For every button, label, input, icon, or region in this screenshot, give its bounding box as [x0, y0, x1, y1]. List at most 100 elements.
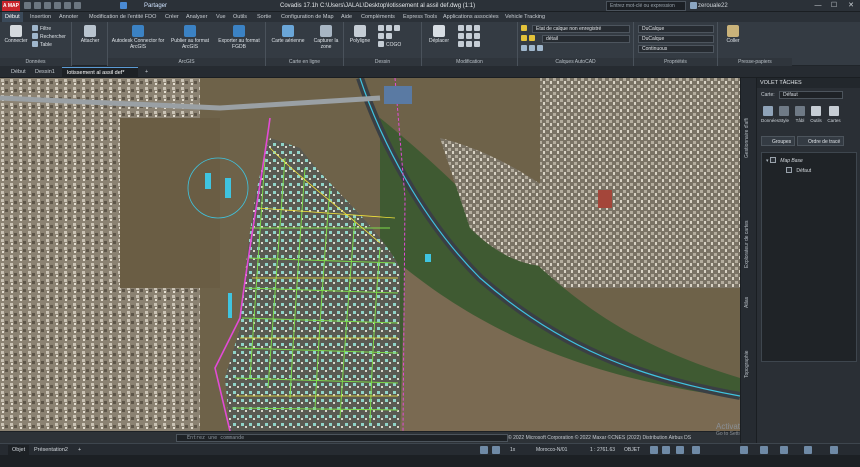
- tab-complements[interactable]: Compléments: [358, 12, 398, 22]
- layer-tools[interactable]: [521, 45, 545, 53]
- group-label-modify[interactable]: Modification: [422, 58, 517, 66]
- tools-tool[interactable]: Outils: [809, 106, 823, 123]
- connect-button[interactable]: Connecter: [2, 25, 30, 44]
- current-layer-dropdown[interactable]: détail: [542, 35, 630, 43]
- lock-icon[interactable]: [662, 446, 670, 454]
- draw-order-button[interactable]: Ordre de tracé: [797, 136, 845, 146]
- layer-state-dropdown[interactable]: Etat de calque non enregistré: [532, 25, 630, 33]
- tab-vue[interactable]: Vue: [213, 12, 229, 22]
- units-icon[interactable]: [760, 446, 768, 454]
- coordinate-system[interactable]: Morocco-N/01: [536, 446, 567, 454]
- layer-toggles[interactable]: [521, 35, 537, 43]
- command-input[interactable]: Entrez une commande: [176, 434, 508, 442]
- paste-button[interactable]: Coller: [720, 25, 746, 44]
- scale-value[interactable]: 1 : 2761.63: [590, 446, 615, 454]
- minimize-button[interactable]: —: [810, 0, 826, 12]
- vtab-topographie[interactable]: Topographie: [744, 350, 750, 378]
- save-as-icon[interactable]: [44, 2, 51, 9]
- capture-zone-button[interactable]: Capturer la zone: [310, 25, 342, 50]
- close-button[interactable]: ✕: [843, 0, 859, 12]
- redo-icon[interactable]: [74, 2, 81, 9]
- group-label-donnees[interactable]: Données: [0, 58, 71, 66]
- undo-icon[interactable]: [64, 2, 71, 9]
- polyline-button[interactable]: Polyligne: [346, 25, 374, 44]
- move-button[interactable]: Déplacer: [424, 25, 454, 44]
- vtab-atlas[interactable]: Atlas: [744, 297, 750, 308]
- stretch-tool[interactable]: [458, 41, 482, 49]
- map-select[interactable]: Défaut: [779, 91, 843, 99]
- layout-tab-object[interactable]: Objet: [8, 445, 30, 455]
- share-button[interactable]: Partager: [140, 1, 171, 11]
- export-fgdb-button[interactable]: Exporter au format FGDB: [214, 25, 264, 50]
- tab-vehicle-tracking[interactable]: Vehicle Tracking: [502, 12, 548, 22]
- tree-item-default[interactable]: Défaut: [786, 167, 811, 175]
- cogo-button[interactable]: COGO: [378, 41, 401, 49]
- tab-creer[interactable]: Créer: [162, 12, 182, 22]
- group-label-properties[interactable]: Propriétés: [634, 58, 717, 66]
- tab-annoter[interactable]: Annoter: [56, 12, 81, 22]
- group-label-online-map[interactable]: Carte en ligne: [266, 58, 343, 66]
- tab-modification-fdo[interactable]: Modification de l'entité FDO: [86, 12, 159, 22]
- group-label-arcgis[interactable]: ArcGIS: [108, 58, 265, 66]
- snap-icon[interactable]: [492, 446, 500, 454]
- vtab-display-manager[interactable]: Gestionnaire d'affi: [744, 118, 750, 158]
- tab-insertion[interactable]: Insertion: [27, 12, 54, 22]
- tab-analyser[interactable]: Analyser: [183, 12, 210, 22]
- tab-config-map[interactable]: Configuration de Map: [278, 12, 337, 22]
- checkbox-icon[interactable]: [786, 167, 792, 173]
- mode-value[interactable]: OBJET: [624, 446, 640, 454]
- doc-tab-lotissement[interactable]: lotissement al assil def*: [62, 67, 138, 78]
- style-tool[interactable]: Style: [777, 106, 791, 123]
- workspace-gear-icon[interactable]: [692, 446, 700, 454]
- arcgis-connector-button[interactable]: Autodesk Connector for ArcGIS: [110, 25, 166, 50]
- table-tool[interactable]: Tâbl: [793, 106, 807, 123]
- group-label-clipboard[interactable]: Presse-papiers: [718, 58, 792, 66]
- filter-button[interactable]: Filtre: [32, 25, 51, 33]
- rotate-tool[interactable]: [458, 25, 482, 33]
- copy-tool[interactable]: [458, 33, 482, 41]
- save-icon[interactable]: [34, 2, 41, 9]
- group-label-draw[interactable]: Dessin: [344, 58, 421, 66]
- hardware-acceleration-icon[interactable]: [740, 446, 748, 454]
- group-label-layers[interactable]: Calques AutoCAD: [518, 58, 633, 66]
- attach-button[interactable]: Attacher: [74, 25, 106, 44]
- rect-tool[interactable]: [378, 33, 394, 41]
- color-dropdown[interactable]: DuCalque: [638, 25, 714, 33]
- tab-debut[interactable]: Début: [2, 12, 23, 22]
- data-tool[interactable]: Données: [761, 106, 779, 123]
- tab-aide[interactable]: Aide: [338, 12, 355, 22]
- isolate-icon[interactable]: [650, 446, 658, 454]
- table-button[interactable]: Table: [32, 41, 52, 49]
- doc-tab-dessin1[interactable]: Dessin1: [30, 67, 60, 78]
- maximize-button[interactable]: ☐: [826, 0, 842, 12]
- tab-outils[interactable]: Outils: [230, 12, 250, 22]
- print-icon[interactable]: [54, 2, 61, 9]
- aerial-map-button[interactable]: Carte aérienne: [268, 25, 308, 44]
- zoom-value[interactable]: 1x: [510, 446, 515, 454]
- line-tool[interactable]: [378, 25, 402, 33]
- doc-tab-debut[interactable]: Début: [6, 67, 31, 78]
- layout-tab-presentation2[interactable]: Présentation2: [30, 445, 72, 455]
- tab-sortie[interactable]: Sortie: [254, 12, 274, 22]
- checkbox-checked-icon[interactable]: [769, 157, 776, 163]
- grid-icon[interactable]: [480, 446, 488, 454]
- tab-express-tools[interactable]: Express Tools: [400, 12, 440, 22]
- groups-button[interactable]: Groupes: [761, 136, 796, 146]
- tree-item-map-base[interactable]: ▾ Map Base: [766, 157, 803, 165]
- doc-tab-add[interactable]: +: [140, 67, 153, 78]
- open-icon[interactable]: [24, 2, 31, 9]
- tab-applications[interactable]: Applications associées: [440, 12, 502, 22]
- annotation-icon[interactable]: [676, 446, 684, 454]
- user-name[interactable]: zerouale22: [698, 0, 728, 12]
- app-logo[interactable]: A MAP: [2, 1, 20, 11]
- search-button[interactable]: Rechercher: [32, 33, 66, 41]
- publish-arcgis-button[interactable]: Publier au format ArcGIS: [166, 25, 214, 50]
- search-input[interactable]: Entrez mot-clé ou expression: [606, 1, 686, 11]
- quick-properties-icon[interactable]: [780, 446, 788, 454]
- linetype-dropdown[interactable]: DuCalque: [638, 35, 714, 43]
- layer-properties-button[interactable]: [521, 25, 529, 33]
- vtab-map-explorer[interactable]: Explorateur de cartes: [744, 220, 750, 268]
- drawing-canvas[interactable]: [0, 78, 740, 431]
- lineweight-dropdown[interactable]: Continuous: [638, 45, 714, 53]
- maps-tool[interactable]: Cartes: [827, 106, 841, 123]
